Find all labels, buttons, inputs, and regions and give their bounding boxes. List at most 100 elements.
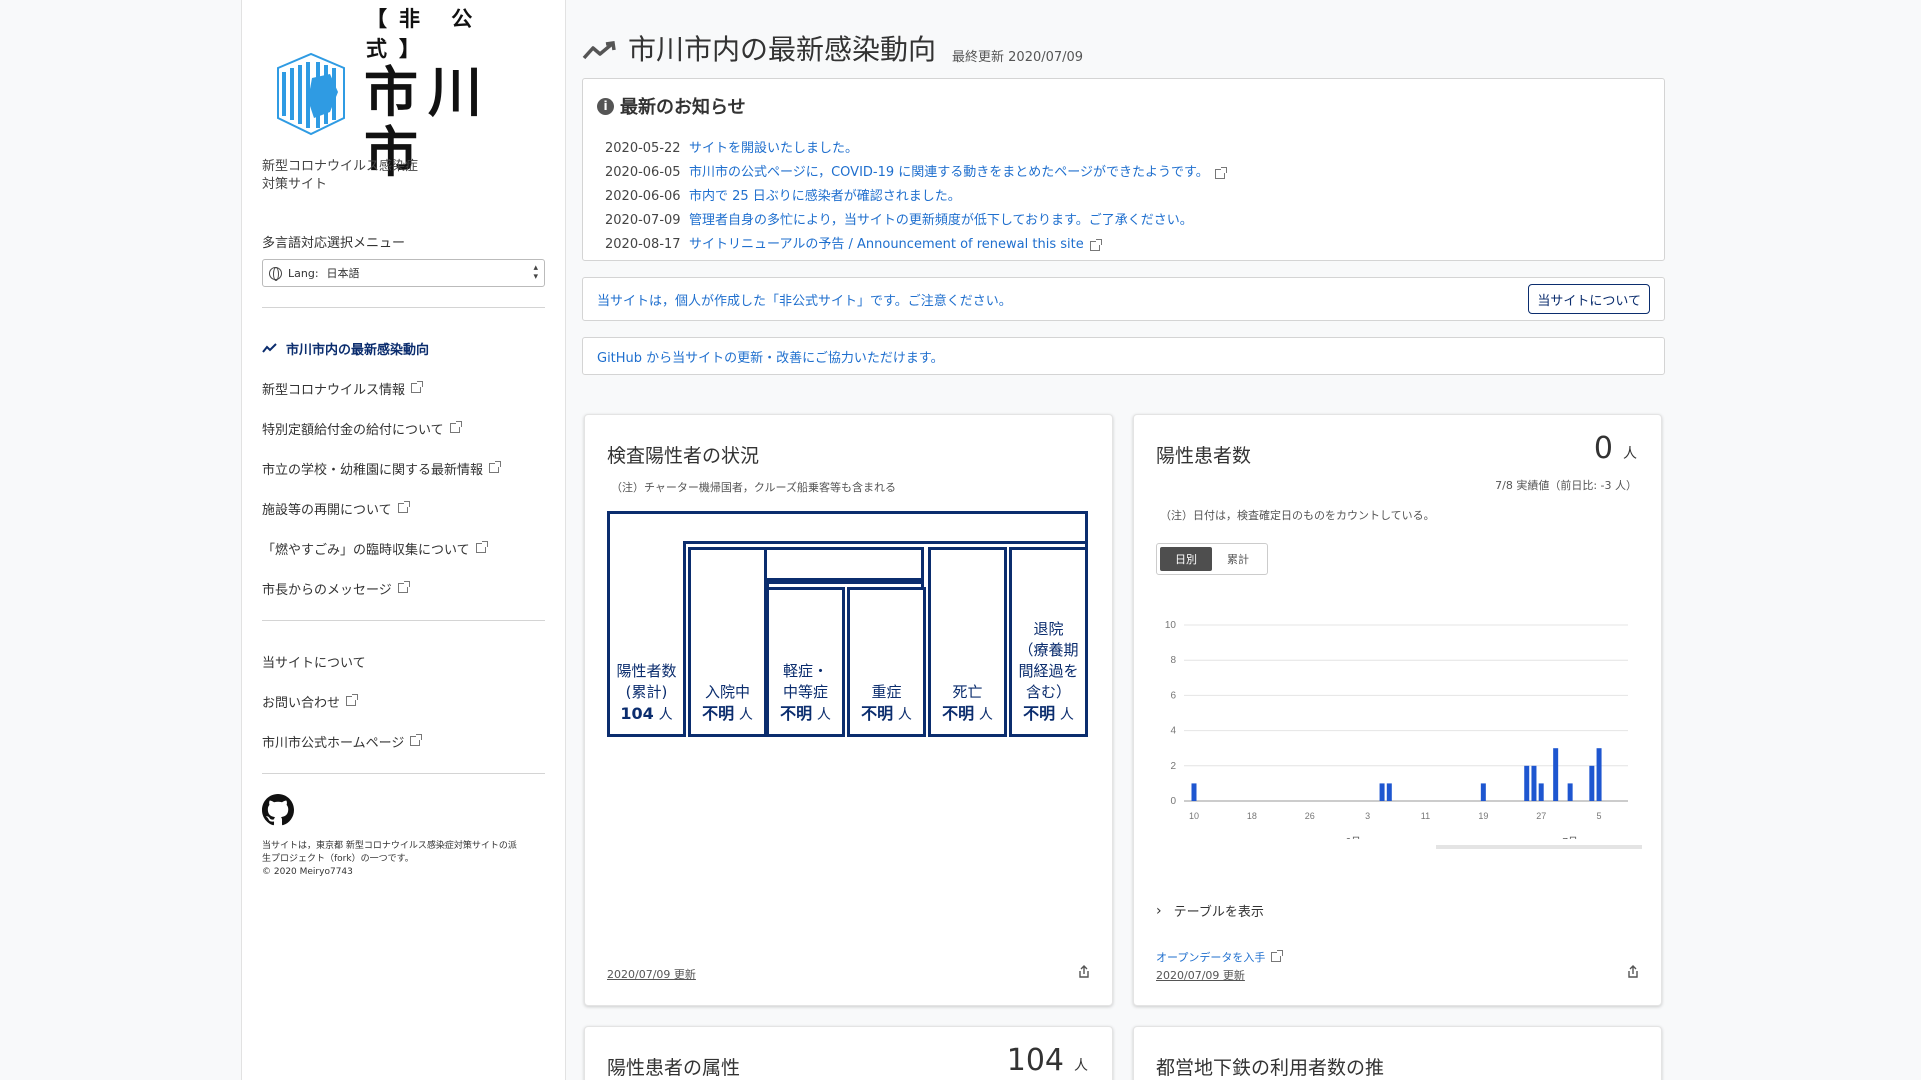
flow-box-label: 入院中不明 人 xyxy=(691,682,764,726)
footer-line1: 当サイトは，東京都 新型コロナウイルス感染症対策サイトの派 xyxy=(262,841,517,851)
sidebar-nav-item[interactable]: 市長からのメッセージ xyxy=(262,568,545,608)
external-link-icon xyxy=(411,381,424,393)
news-link[interactable]: 管理者自身の多忙により，当サイトの更新頻度が低下しております。ご了承ください。 xyxy=(689,209,1193,233)
big-value: 104 xyxy=(1006,1043,1064,1078)
sidebar-nav-label[interactable]: 市立の学校・幼稚園に関する最新情報 xyxy=(262,459,483,478)
sidebar-nav-item[interactable]: お問い合わせ xyxy=(262,681,545,721)
github-icon[interactable] xyxy=(262,794,545,830)
flow-box-label-line: 含む） xyxy=(1025,683,1071,701)
table-toggle-label[interactable]: テーブルを表示 xyxy=(1174,901,1264,920)
sidebar-nav-item[interactable]: 「燃やすごみ」の臨時収集について xyxy=(262,528,545,568)
card-title: 陽性患者の属性 xyxy=(607,1057,741,1079)
logo-cube-icon xyxy=(268,48,354,138)
chart-x-tick-label: 19 xyxy=(1478,811,1488,821)
card-updated[interactable]: 2020/07/09 更新 xyxy=(607,966,696,982)
flow-box-label-line: 死亡 xyxy=(952,683,983,701)
flow-box-label-line: 軽症・ xyxy=(782,662,828,680)
news-item[interactable]: 2020-06-06 市内で 25 日ぶりに感染者が確認されました。 xyxy=(597,185,1650,209)
lang-menu-title: 多言語対応選択メニュー xyxy=(262,236,406,251)
tab-group: 日別 累計 xyxy=(1156,543,1268,575)
flow-box-label-line: 入院中 xyxy=(704,683,750,701)
news-date: 2020-05-22 xyxy=(605,141,681,156)
external-link-icon xyxy=(1214,167,1227,179)
sidebar-nav-label[interactable]: 市川市内の最新感染動向 xyxy=(286,339,429,358)
card-note: （注）日付は，検査確定日のものをカウントしている。 xyxy=(1160,509,1435,522)
chart-x-tick-label: 11 xyxy=(1421,811,1430,821)
globe-icon xyxy=(269,266,282,281)
news-date: 2020-06-05 xyxy=(605,165,681,180)
sidebar-nav-item[interactable]: 当サイトについて xyxy=(262,641,545,681)
news-item[interactable]: 2020-06-05 市川市の公式ページに，COVID-19 に関連する動きをまと… xyxy=(597,161,1650,185)
share-icon[interactable] xyxy=(1626,965,1640,979)
flow-box: 退院 （療養期 間経過を 含む） 不明 人 xyxy=(1009,547,1088,737)
card-subway-users: 都営地下鉄の利用者数の推 xyxy=(1133,1026,1662,1080)
flow-outer-top xyxy=(607,511,1088,544)
news-date: 2020-06-06 xyxy=(605,189,681,204)
sidebar-nav-label[interactable]: 「燃やすごみ」の臨時収集について xyxy=(262,539,470,558)
news-link[interactable]: 市内で 25 日ぶりに感染者が確認されました。 xyxy=(689,185,961,209)
news-link[interactable]: サイトを開設いたしました。 xyxy=(689,137,858,161)
site-logo[interactable]: 【非 公 式】 市川市 xyxy=(268,7,545,183)
alert-text: 当サイトは，個人が作成した「非公式サイト」です。ご注意ください。 xyxy=(597,293,1012,309)
chart-x-tick-label: 27 xyxy=(1536,811,1546,821)
external-link-icon xyxy=(346,694,359,706)
share-icon[interactable] xyxy=(1077,965,1091,979)
card-title: 陽性患者数 xyxy=(1156,445,1252,467)
sidebar-nav-label[interactable]: 市川市公式ホームページ xyxy=(262,732,404,751)
chart-month-label: 7月 xyxy=(1562,836,1578,839)
sidebar-nav-label[interactable]: お問い合わせ xyxy=(262,692,340,711)
external-link-icon xyxy=(475,541,488,553)
github-banner[interactable]: GitHub から当サイトの更新・改善にご協力いただけます。 xyxy=(582,337,1665,375)
divider xyxy=(262,307,545,308)
open-data-link[interactable]: オープンデータを入手 xyxy=(1156,949,1284,965)
tab-daily[interactable]: 日別 xyxy=(1160,547,1212,571)
github-banner-text[interactable]: GitHub から当サイトの更新・改善にご協力いただけます。 xyxy=(597,347,944,366)
unofficial-alert: 当サイトは，個人が作成した「非公式サイト」です。ご注意ください。 当サイトについ… xyxy=(582,277,1665,321)
sidebar-nav-item[interactable]: 市川市内の最新感染動向 xyxy=(262,328,545,368)
sidebar-nav-item[interactable]: 施設等の再開について xyxy=(262,488,545,528)
divider xyxy=(262,620,545,621)
tab-cumulative[interactable]: 累計 xyxy=(1212,547,1264,571)
news-link[interactable]: サイトリニューアルの予告 / Announcement of renewal t… xyxy=(689,233,1084,257)
external-link-icon xyxy=(397,501,410,513)
chart-x-tick-label: 18 xyxy=(1247,811,1257,821)
sidebar-nav-label[interactable]: 施設等の再開について xyxy=(262,499,392,518)
footer-line2: 生プロジェクト（fork）の一つです。 xyxy=(262,854,414,864)
news-item[interactable]: 2020-08-17 サイトリニューアルの予告 / Announcement of… xyxy=(597,233,1650,257)
card-title: 都営地下鉄の利用者数の推 xyxy=(1156,1057,1385,1079)
news-item[interactable]: 2020-05-22 サイトを開設いたしました。 xyxy=(597,137,1650,161)
flow-box-label-line: 重症 xyxy=(871,683,902,701)
language-select[interactable]: Lang: 日本語 ▴ ▾ xyxy=(262,259,545,287)
sidebar-nav-label[interactable]: 市長からのメッセージ xyxy=(262,579,392,598)
news-box: i 最新のお知らせ 2020-05-22 サイトを開設いたしました。 2020-06… xyxy=(582,78,1665,261)
sidebar-nav-label[interactable]: 当サイトについて xyxy=(262,652,366,671)
card-sub: 7/8 実績値（前日比: -3 人） xyxy=(1495,479,1637,492)
trending-icon xyxy=(262,343,277,353)
select-arrows-icon: ▴ ▾ xyxy=(533,263,538,282)
sidebar-nav-label[interactable]: 特別定額給付金の給付について xyxy=(262,419,444,438)
flow-box-value: 不明 xyxy=(702,704,735,723)
chart-scrollbar[interactable] xyxy=(1436,845,1642,849)
sidebar-nav-label[interactable]: 新型コロナウイルス情報 xyxy=(262,379,405,398)
news-link[interactable]: 市川市の公式ページに，COVID-19 に関連する動きをまとめたページができたよ… xyxy=(689,161,1209,185)
table-toggle[interactable]: › テーブルを表示 xyxy=(1156,901,1264,921)
big-number: 0 人 xyxy=(1594,431,1637,466)
lang-value: 日本語 xyxy=(326,267,360,280)
about-site-button[interactable]: 当サイトについて xyxy=(1528,284,1650,314)
sidebar-nav-item[interactable]: 特別定額給付金の給付について xyxy=(262,408,545,448)
last-updated: 最終更新 2020/07/09 xyxy=(952,50,1084,65)
sidebar-nav-item[interactable]: 市立の学校・幼稚園に関する最新情報 xyxy=(262,448,545,488)
flow-box-unit: 人 xyxy=(738,707,753,723)
flow-box: 入院中不明 人 xyxy=(688,547,767,737)
big-unit: 人 xyxy=(1623,446,1637,462)
sidebar-nav-item[interactable]: 新型コロナウイルス情報 xyxy=(262,368,545,408)
news-item[interactable]: 2020-07-09 管理者自身の多忙により，当サイトの更新頻度が低下しております… xyxy=(597,209,1650,233)
chart-x-tick-label: 26 xyxy=(1305,811,1315,821)
chart-bar xyxy=(1386,783,1392,801)
trending-icon xyxy=(582,41,616,60)
sidebar-nav-item[interactable]: 市川市公式ホームページ xyxy=(262,721,545,761)
flow-box-value: 不明 xyxy=(780,704,813,723)
open-data-label[interactable]: オープンデータを入手 xyxy=(1156,949,1265,965)
card-updated[interactable]: 2020/07/09 更新 xyxy=(1156,967,1245,983)
footer-text: 当サイトは，東京都 新型コロナウイルス感染症対策サイトの派 生プロジェクト（fo… xyxy=(262,840,547,879)
